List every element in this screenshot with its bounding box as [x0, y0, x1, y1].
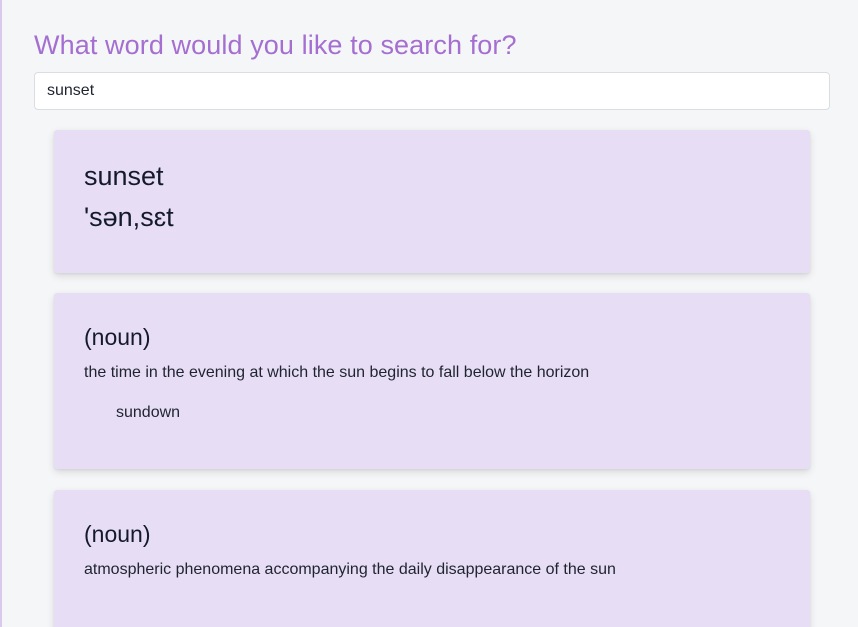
part-of-speech: (noun) — [84, 521, 151, 547]
search-input[interactable] — [34, 72, 830, 110]
meaning-card: (noun) the time in the evening at which … — [54, 293, 810, 469]
part-of-speech: (noun) — [84, 324, 151, 350]
meaning-card: (noun) atmospheric phenomena accompanyin… — [54, 490, 810, 627]
definition-text: atmospheric phenomena accompanying the d… — [84, 561, 616, 578]
dictionary-page: What word would you like to search for? … — [0, 0, 858, 627]
word-title: sunset — [84, 161, 164, 191]
synonym-text: sundown — [116, 404, 181, 421]
page-title: What word would you like to search for? — [34, 30, 517, 60]
phonetic-text: 'sən,sɛt — [84, 202, 174, 232]
word-card: sunset 'sən,sɛt — [54, 130, 810, 273]
definition-text: the time in the evening at which the sun… — [84, 364, 590, 381]
